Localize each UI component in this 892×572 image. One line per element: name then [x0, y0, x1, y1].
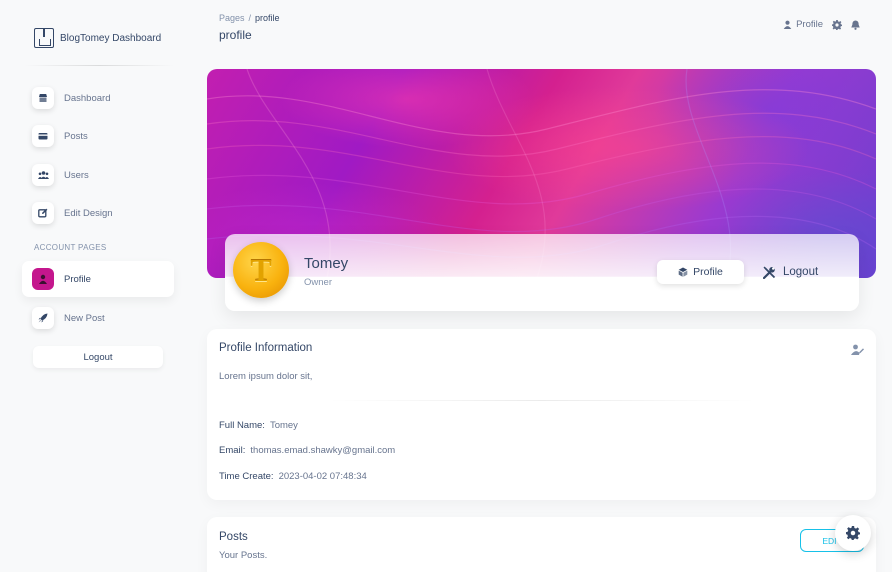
avatar-letter: T [250, 251, 272, 288]
sidebar-item-profile[interactable]: Profile [22, 261, 174, 297]
avatar[interactable]: T [233, 242, 289, 298]
tools-icon [763, 266, 776, 279]
top-profile-link[interactable]: Profile [783, 19, 823, 30]
edit-icon [32, 202, 54, 224]
bell-icon[interactable] [851, 20, 860, 30]
posts-title: Posts [219, 531, 248, 543]
sidebar-item-edit-design[interactable]: Edit Design [22, 195, 174, 231]
profile-header-card: T Tomey Owner Profile Logout [225, 234, 859, 311]
profile-tab-label: Profile [693, 266, 723, 278]
gear-icon [846, 526, 860, 540]
sidebar-item-posts[interactable]: Posts [22, 118, 174, 154]
info-value: Tomey [269, 420, 298, 431]
sidebar-divider [24, 65, 174, 66]
breadcrumb-separator: / [248, 13, 252, 23]
rocket-icon [32, 307, 54, 329]
breadcrumb-parent[interactable]: Pages [219, 13, 245, 23]
profile-logout-label: Logout [783, 266, 819, 278]
shop-icon [32, 87, 54, 109]
credit-card-icon [32, 125, 54, 147]
info-row-full-name: Full Name: Tomey [219, 420, 298, 431]
profile-name: Tomey [304, 255, 349, 272]
info-label: Email: [219, 445, 246, 456]
gear-icon[interactable] [832, 19, 842, 30]
posts-card: Posts Your Posts. EDIT [207, 517, 876, 572]
profile-role: Owner [304, 277, 332, 288]
info-row-email: Email: thomas.emad.shawky@gmail.com [219, 445, 395, 456]
sidebar-item-label: Users [64, 169, 89, 181]
top-nav-actions: Profile [783, 19, 860, 30]
sidebar-item-label: Posts [64, 130, 88, 142]
sidebar-item-dashboard[interactable]: Dashboard [22, 80, 174, 116]
breadcrumb: Pages / profile [219, 13, 280, 23]
info-label: Full Name: [219, 420, 265, 431]
info-row-time-create: Time Create: 2023-04-02 07:48:34 [219, 471, 367, 482]
profile-information-title: Profile Information [219, 342, 313, 354]
dashboard-logo-icon [34, 28, 54, 48]
profile-tab-button[interactable]: Profile [657, 260, 744, 284]
brand-name: BlogTomey Dashboard [60, 32, 162, 44]
sidebar-item-label: New Post [64, 312, 105, 324]
breadcrumb-current: profile [255, 13, 280, 23]
page-title: profile [219, 28, 252, 42]
info-divider [327, 400, 757, 401]
sidebar-item-users[interactable]: Users [22, 157, 174, 193]
user-icon [32, 268, 54, 290]
sidebar-item-label: Profile [64, 273, 91, 285]
sidebar-item-label: Dashboard [64, 92, 111, 104]
profile-description: Lorem ipsum dolor sit, [219, 371, 313, 382]
sidebar-item-label: Edit Design [64, 207, 113, 219]
sidebar-item-new-post[interactable]: New Post [22, 300, 174, 336]
settings-fab[interactable] [835, 515, 871, 551]
info-value: 2023-04-02 07:48:34 [278, 471, 367, 482]
section-title-account-pages: ACCOUNT PAGES [34, 243, 107, 252]
posts-subtitle: Your Posts. [219, 550, 268, 561]
profile-logout-button[interactable]: Logout [763, 260, 818, 284]
cube-icon [678, 267, 688, 277]
info-value: thomas.emad.shawky@gmail.com [250, 445, 396, 456]
brand[interactable]: BlogTomey Dashboard [34, 28, 161, 48]
users-icon [32, 164, 54, 186]
sidebar: BlogTomey Dashboard Dashboard Posts User… [0, 0, 190, 572]
user-edit-icon[interactable] [851, 344, 864, 355]
sidebar-logout-button[interactable]: Logout [33, 346, 163, 368]
user-icon [783, 20, 792, 29]
top-profile-label: Profile [796, 19, 823, 30]
profile-information-card: Profile Information Lorem ipsum dolor si… [207, 329, 876, 500]
info-label: Time Create: [219, 471, 274, 482]
